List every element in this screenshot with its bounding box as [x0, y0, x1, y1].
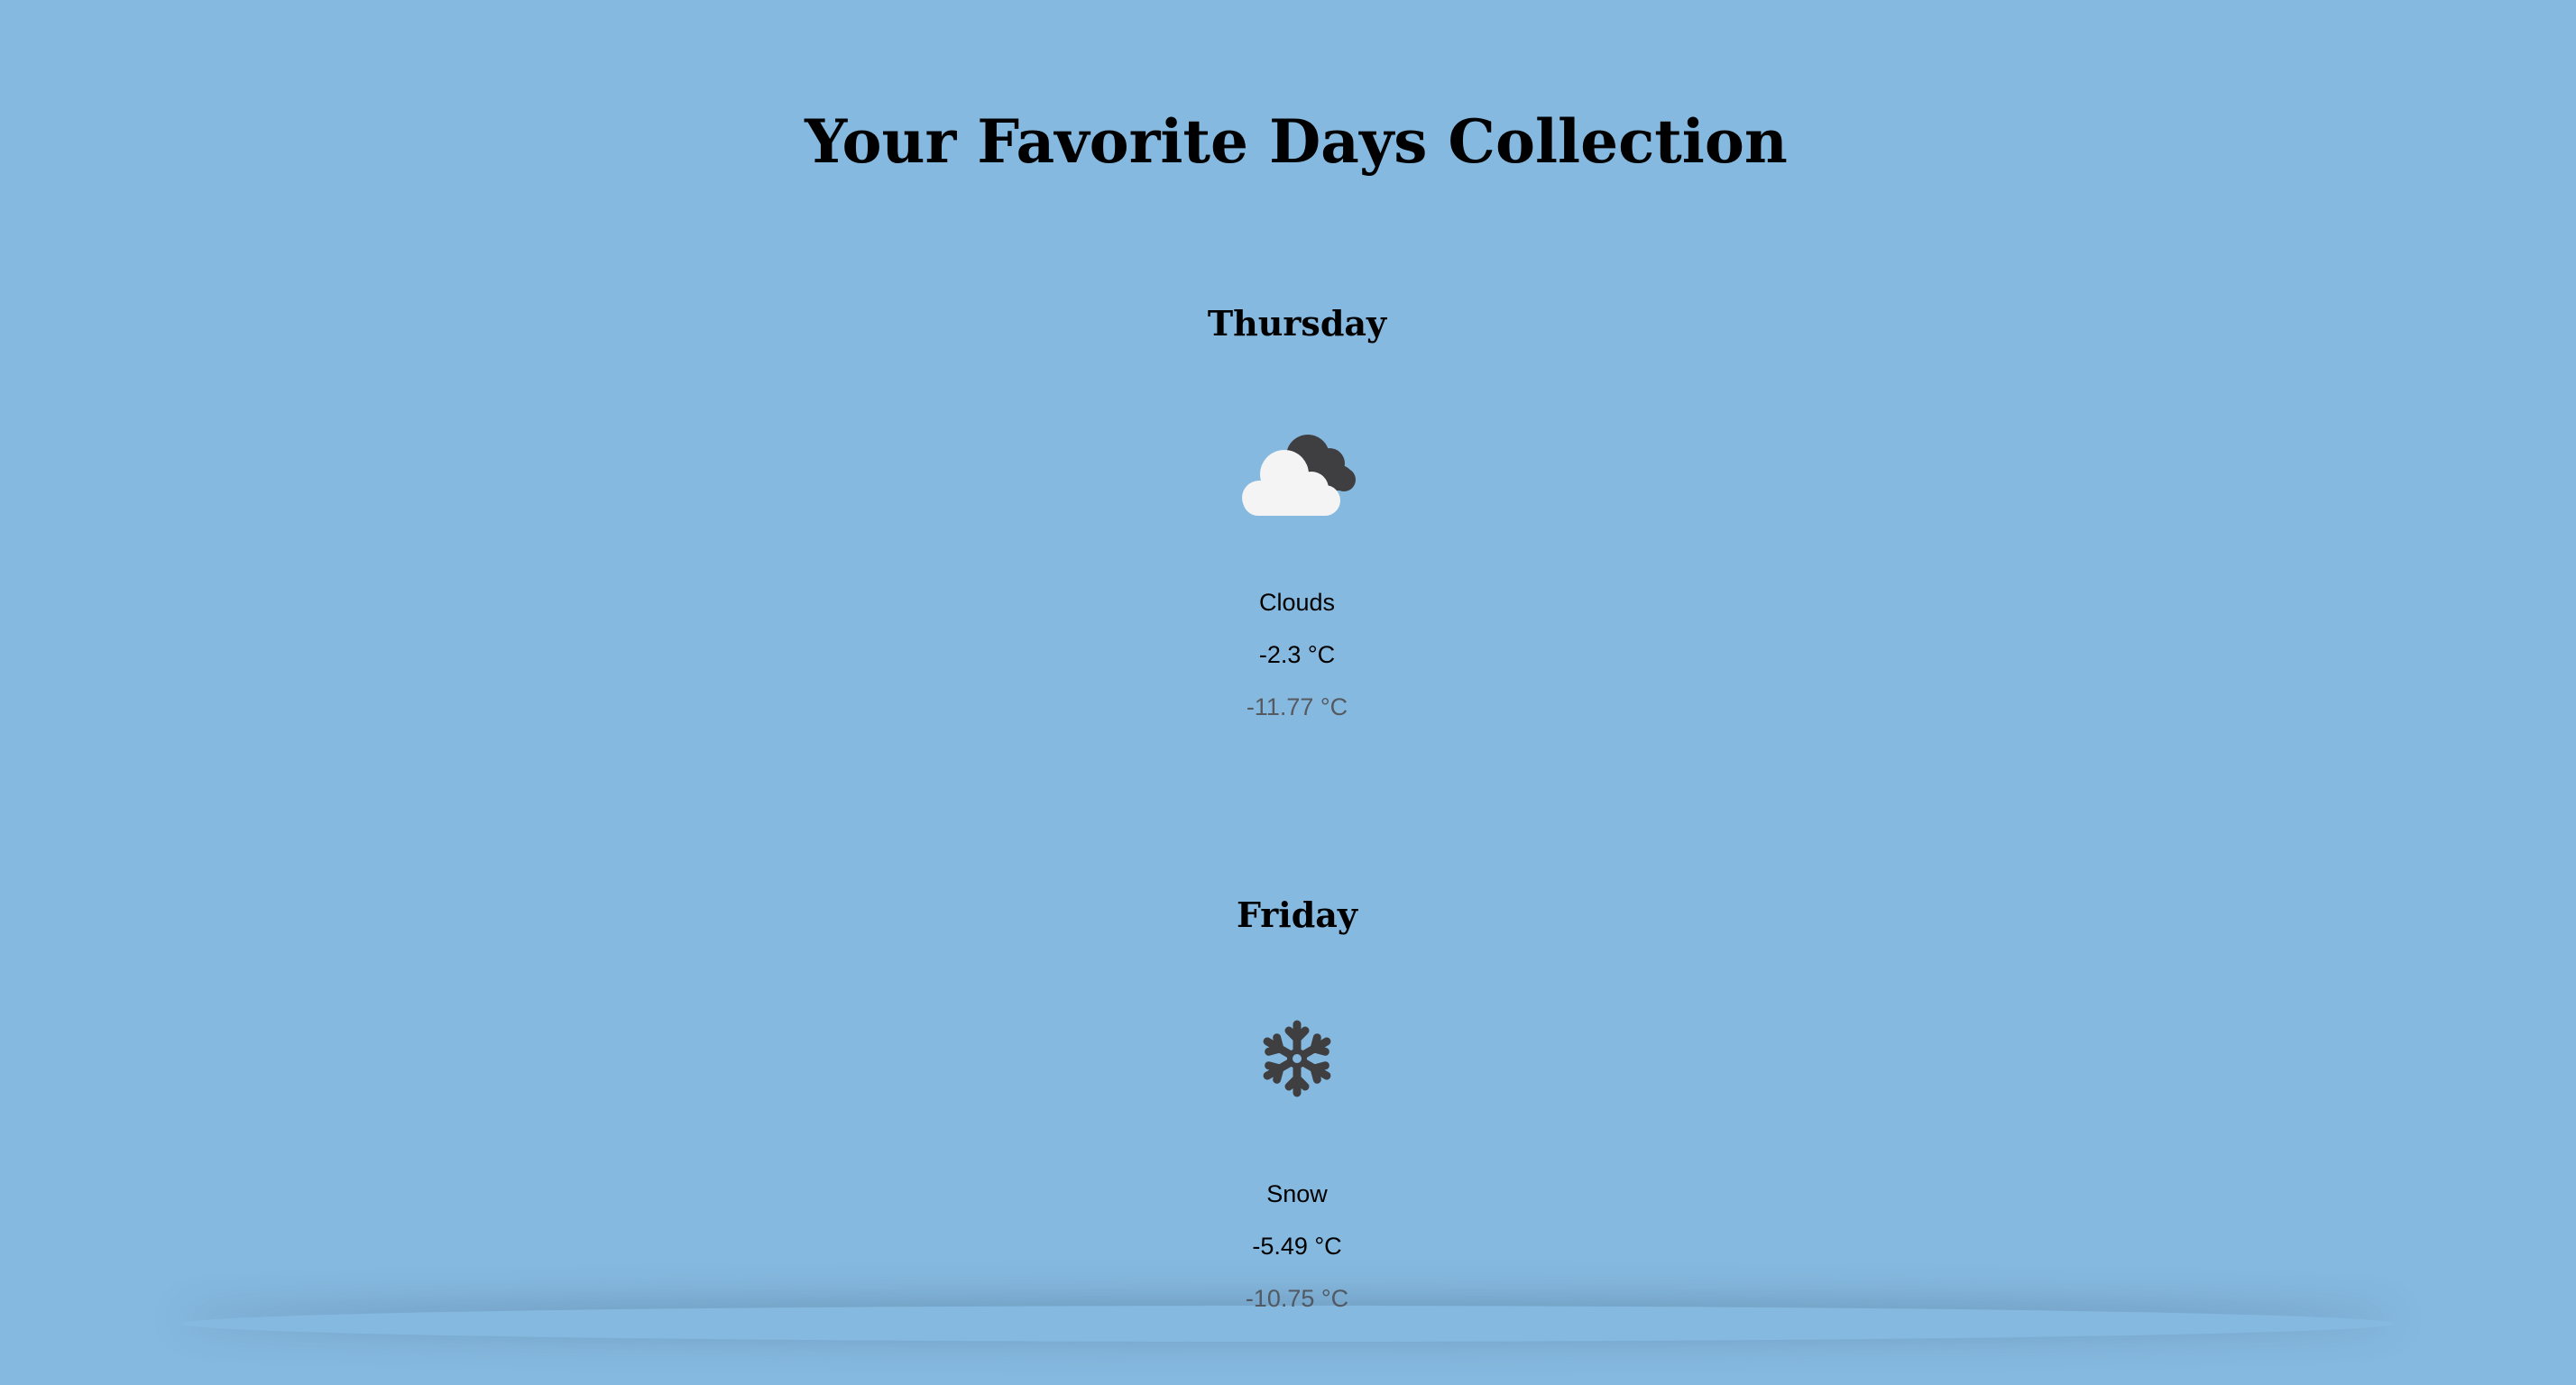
- temperature-min: -11.77 °C: [1246, 693, 1348, 720]
- weather-condition: Snow: [1266, 1180, 1328, 1207]
- day-name: Thursday: [1207, 303, 1387, 344]
- day-name: Friday: [1236, 894, 1358, 935]
- clouds-icon: [1234, 415, 1360, 523]
- weather-condition: Clouds: [1258, 589, 1336, 616]
- temperature-max: -2.3 °C: [1258, 641, 1336, 668]
- temperature-max: -5.49 °C: [1252, 1233, 1342, 1260]
- page-title: Your Favorite Days Collection: [805, 106, 1788, 177]
- snowflake-icon: [1234, 1006, 1360, 1114]
- day-card-thursday: Thursday Clouds -2.3 °C -11.77 °C: [1117, 289, 1477, 793]
- bottom-edge-shadow: [180, 1306, 2396, 1342]
